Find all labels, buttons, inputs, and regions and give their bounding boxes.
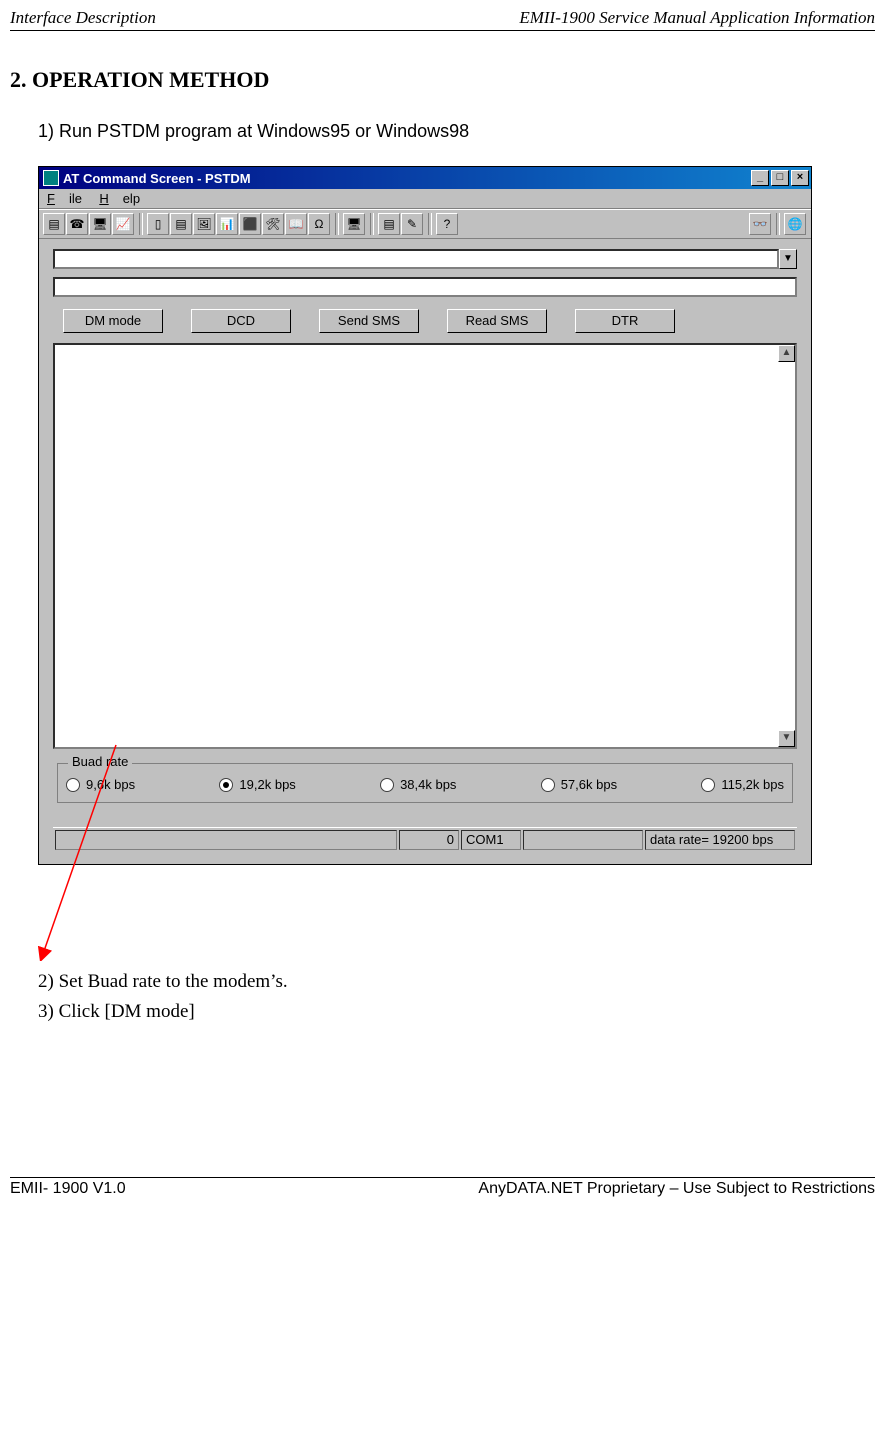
menu-help[interactable]: Help [99,191,140,206]
menu-help-ul: H [99,191,108,206]
dcd-button[interactable]: DCD [191,309,291,333]
baud-1152k-radio[interactable]: 115,2k bps [701,777,784,792]
client-area: ▼ DM mode DCD Send SMS Read SMS DTR ▲ ▼ … [39,239,811,864]
button-row: DM mode DCD Send SMS Read SMS DTR [53,305,797,343]
toolbar-btn-help[interactable]: ? [436,213,458,235]
footer-left: EMII- 1900 V1.0 [10,1180,126,1198]
app-window: AT Command Screen - PSTDM _ □ × File Hel… [38,166,812,865]
status-cell-rate: data rate= 19200 bps [645,830,795,850]
radio-label: 57,6k bps [561,777,617,792]
radio-icon [380,778,394,792]
baud-576k-radio[interactable]: 57,6k bps [541,777,617,792]
toolbar-sep-4 [428,213,432,235]
doc-footer: EMII- 1900 V1.0 AnyDATA.NET Proprietary … [10,1177,875,1198]
dtr-button[interactable]: DTR [575,309,675,333]
toolbar-btn-5[interactable]: ▯ [147,213,169,235]
command-input[interactable] [53,277,797,297]
toolbar-btn-right-1[interactable]: 👓 [749,213,771,235]
header-left: Interface Description [10,8,156,28]
toolbar-btn-13[interactable]: 🖥 [343,213,365,235]
close-button[interactable]: × [791,170,809,186]
dm-mode-button[interactable]: DM mode [63,309,163,333]
status-cell-empty [55,830,397,850]
radio-label: 9,6k bps [86,777,135,792]
toolbar-btn-2[interactable]: ☎ [66,213,88,235]
radio-label: 115,2k bps [721,777,784,792]
toolbar-btn-4[interactable]: 📈 [112,213,134,235]
radio-icon [66,778,80,792]
read-sms-button[interactable]: Read SMS [447,309,547,333]
app-icon [43,170,59,186]
radio-label: 19,2k bps [239,777,295,792]
baud-rate-group: Buad rate 9,6k bps 19,2k bps 38,4k bps 5… [57,763,793,803]
section-title: 2. OPERATION METHOD [10,67,875,93]
toolbar-btn-7[interactable]: 🖼 [193,213,215,235]
toolbar-btn-10[interactable]: 🛠 [262,213,284,235]
radio-icon [541,778,555,792]
step-3: 3) Click [DM mode] [38,1001,875,1023]
step-1: 1) Run PSTDM program at Windows95 or Win… [38,121,875,142]
toolbar-btn-globe[interactable]: 🌐 [784,213,806,235]
scroll-up-button[interactable]: ▲ [778,345,795,362]
output-textarea[interactable]: ▲ ▼ [53,343,797,749]
toolbar-btn-8[interactable]: 📊 [216,213,238,235]
combobox-dropdown-button[interactable]: ▼ [779,249,797,269]
maximize-button[interactable]: □ [771,170,789,186]
toolbar-btn-12[interactable]: Ω [308,213,330,235]
header-right: EMII-1900 Service Manual Application Inf… [519,8,875,28]
radio-icon [701,778,715,792]
toolbar-btn-3[interactable]: 🖥 [89,213,111,235]
command-combobox[interactable] [53,249,779,269]
titlebar[interactable]: AT Command Screen - PSTDM _ □ × [39,167,811,189]
toolbar-btn-14[interactable]: ▤ [378,213,400,235]
toolbar-btn-9[interactable]: ⬛ [239,213,261,235]
toolbar-sep-5 [776,213,780,235]
step-2: 2) Set Buad rate to the modem’s. [38,971,875,993]
menu-file-ul: F [47,191,55,206]
radio-icon [219,778,233,792]
status-cell-port: COM1 [461,830,521,850]
menubar: File Help [39,189,811,209]
baud-192k-radio[interactable]: 19,2k bps [219,777,295,792]
toolbar: ▤ ☎ 🖥 📈 ▯ ▤ 🖼 📊 ⬛ 🛠 📖 Ω 🖥 ▤ ✎ ? 👓 🌐 [39,209,811,239]
window-title: AT Command Screen - PSTDM [63,171,749,186]
menu-file[interactable]: File [47,191,82,206]
toolbar-btn-15[interactable]: ✎ [401,213,423,235]
toolbar-sep-1 [139,213,143,235]
statusbar: 0 COM1 data rate= 19200 bps [53,827,797,852]
minimize-button[interactable]: _ [751,170,769,186]
footer-right: AnyDATA.NET Proprietary – Use Subject to… [478,1180,875,1198]
toolbar-sep-2 [335,213,339,235]
doc-header: Interface Description EMII-1900 Service … [10,8,875,31]
annotation-arrow [38,865,875,963]
send-sms-button[interactable]: Send SMS [319,309,419,333]
scroll-down-button[interactable]: ▼ [778,730,795,747]
toolbar-btn-11[interactable]: 📖 [285,213,307,235]
toolbar-btn-1[interactable]: ▤ [43,213,65,235]
status-cell-blank [523,830,643,850]
baud-384k-radio[interactable]: 38,4k bps [380,777,456,792]
baud-96k-radio[interactable]: 9,6k bps [66,777,135,792]
baud-rate-legend: Buad rate [68,754,132,769]
toolbar-sep-3 [370,213,374,235]
status-cell-count: 0 [399,830,459,850]
radio-label: 38,4k bps [400,777,456,792]
toolbar-btn-6[interactable]: ▤ [170,213,192,235]
